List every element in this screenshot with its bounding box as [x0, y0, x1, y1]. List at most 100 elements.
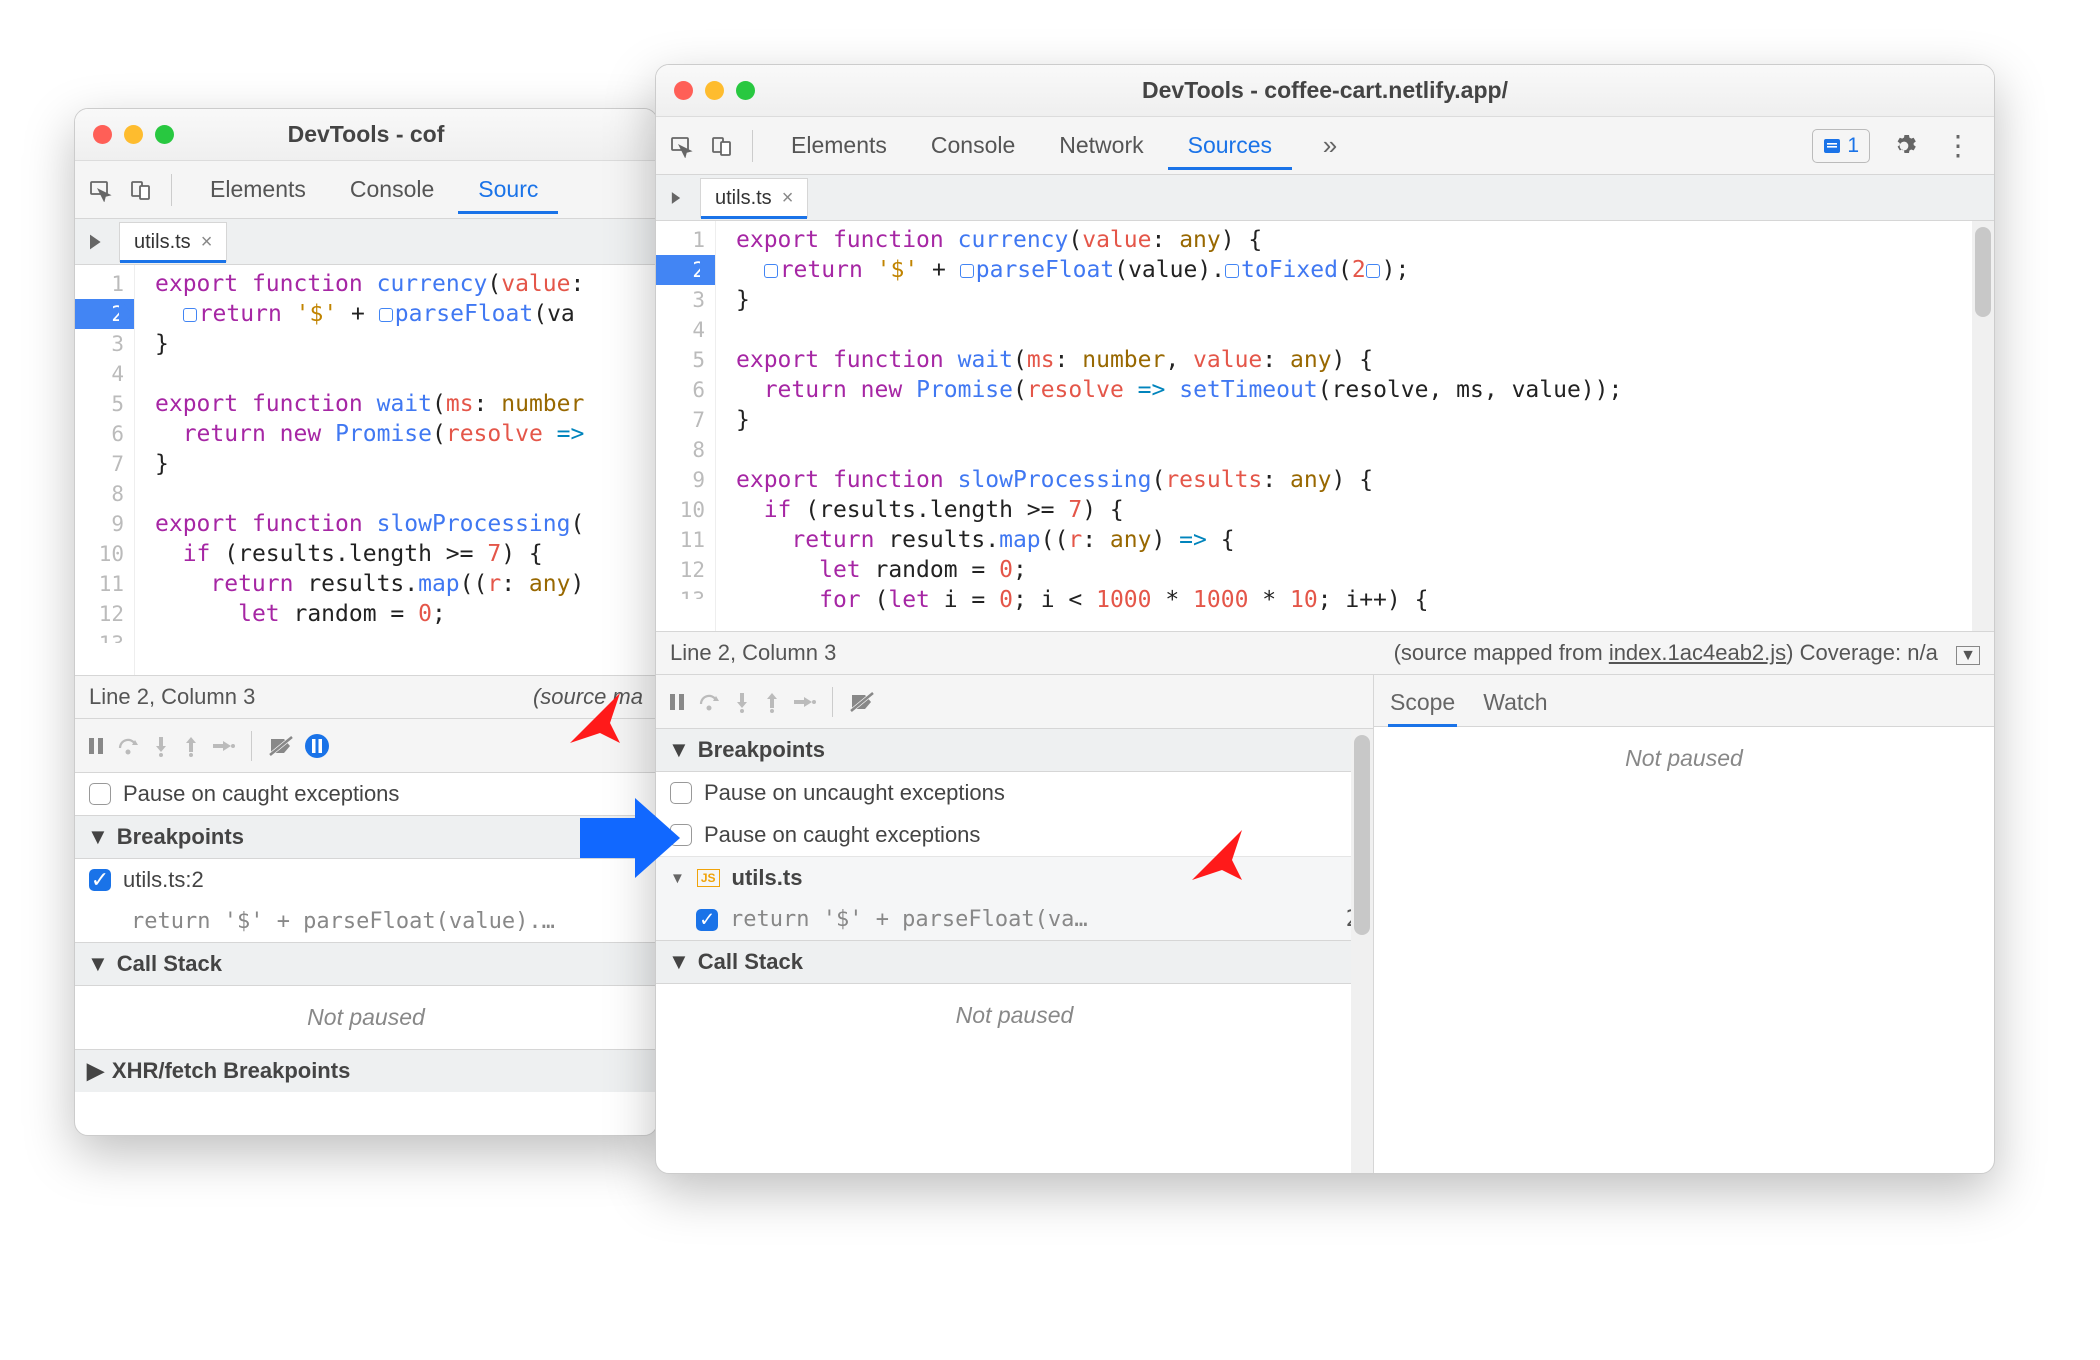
pause-on-exceptions-icon[interactable]	[304, 733, 330, 759]
pause-caught-row[interactable]: Pause on caught exceptions	[75, 773, 657, 815]
close-window-icon[interactable]	[93, 125, 112, 144]
devtools-window-left: DevTools - cof Elements Console Sourc ut…	[74, 108, 658, 1136]
device-icon[interactable]	[121, 170, 161, 210]
file-tab-utils[interactable]: utils.ts ×	[700, 178, 808, 218]
tab-network[interactable]: Network	[1039, 122, 1163, 169]
pause-uncaught-label: Pause on uncaught exceptions	[704, 780, 1005, 806]
gear-icon[interactable]	[1884, 126, 1924, 166]
scrollbar-thumb[interactable]	[1354, 735, 1370, 935]
coverage-toggle-icon[interactable]: ▼	[1956, 646, 1980, 665]
line-gutter[interactable]: 12345678910111213	[656, 221, 716, 631]
titlebar[interactable]: DevTools - coffee-cart.netlify.app/	[656, 65, 1994, 117]
breakpoint-item[interactable]: ✓ utils.ts:2	[75, 859, 657, 901]
inspect-icon[interactable]	[662, 126, 702, 166]
pause-icon[interactable]	[85, 735, 107, 757]
step-icon[interactable]	[211, 735, 235, 757]
breakpoint-code: return '$' + parseFloat(va…	[730, 907, 1088, 932]
pause-caught-label: Pause on caught exceptions	[704, 822, 980, 848]
kebab-icon[interactable]: ⋮	[1938, 126, 1978, 166]
not-paused-label: Not paused	[75, 986, 657, 1049]
chevron-down-icon: ▼	[668, 737, 690, 763]
source-map-info: (source mapped from index.1ac4eab2.js) C…	[1394, 640, 1980, 666]
breakpoint-code-row[interactable]: ✓ return '$' + parseFloat(va… 2	[656, 899, 1373, 940]
tab-sources[interactable]: Sources	[1168, 122, 1292, 169]
tab-sources[interactable]: Sourc	[458, 166, 558, 213]
annotation-arrow-red-2	[1192, 830, 1242, 880]
panel-tabs: Elements Console Network Sources	[771, 122, 1292, 169]
xhr-breakpoints-header[interactable]: ▶ XHR/fetch Breakpoints	[75, 1049, 657, 1092]
pause-icon[interactable]	[666, 691, 688, 713]
inspect-icon[interactable]	[81, 170, 121, 210]
source-map-link[interactable]: index.1ac4eab2.js	[1609, 640, 1786, 665]
navigator-toggle-icon[interactable]	[85, 232, 119, 252]
step-into-icon[interactable]	[732, 691, 752, 713]
file-tab-bar: utils.ts ×	[75, 219, 657, 265]
checkbox-checked-icon[interactable]: ✓	[696, 909, 718, 931]
step-over-icon[interactable]	[117, 735, 141, 757]
scrollbar-vertical[interactable]	[1351, 729, 1373, 1173]
tab-elements[interactable]: Elements	[190, 166, 326, 213]
code-content[interactable]: export function currency(value: return '…	[135, 265, 596, 675]
breakpoint-title: utils.ts:2	[123, 867, 204, 893]
panel-tabs: Elements Console Sourc	[190, 166, 558, 213]
cursor-position: Line 2, Column 3	[89, 684, 255, 710]
close-icon[interactable]: ×	[782, 187, 794, 210]
close-icon[interactable]: ×	[201, 231, 213, 254]
js-file-icon: JS	[697, 869, 720, 887]
scrollbar-vertical[interactable]	[1972, 221, 1994, 631]
issue-count: 1	[1847, 134, 1859, 158]
call-stack-header[interactable]: ▼ Call Stack	[656, 940, 1373, 984]
scope-not-paused: Not paused	[1374, 727, 1994, 790]
line-gutter[interactable]: 12345678910111213	[75, 265, 135, 675]
minimize-window-icon[interactable]	[705, 81, 724, 100]
pause-caught-row[interactable]: Pause on caught exceptions	[656, 814, 1373, 856]
deactivate-breakpoints-icon[interactable]	[849, 691, 875, 713]
code-editor[interactable]: 12345678910111213 export function curren…	[656, 221, 1994, 631]
minimize-window-icon[interactable]	[124, 125, 143, 144]
debugger-left-panel: ▼ Breakpoints Pause on uncaught exceptio…	[656, 675, 1374, 1173]
step-out-icon[interactable]	[762, 691, 782, 713]
checkbox-unchecked-icon[interactable]	[89, 783, 111, 805]
step-into-icon[interactable]	[151, 735, 171, 757]
tab-console[interactable]: Console	[911, 122, 1035, 169]
maximize-window-icon[interactable]	[736, 81, 755, 100]
chevron-down-icon: ▼	[87, 824, 109, 850]
debugger-panels: ▼ Breakpoints Pause on uncaught exceptio…	[656, 675, 1994, 1173]
tab-scope[interactable]: Scope	[1388, 679, 1457, 726]
close-window-icon[interactable]	[674, 81, 693, 100]
devtools-toolbar: Elements Console Network Sources » 1 ⋮	[656, 117, 1994, 175]
not-paused-label: Not paused	[656, 984, 1373, 1047]
more-tabs-icon[interactable]: »	[1310, 126, 1350, 166]
call-stack-header[interactable]: ▼ Call Stack	[75, 942, 657, 986]
code-content[interactable]: export function currency(value: any) { r…	[716, 221, 1634, 631]
file-tab-utils[interactable]: utils.ts ×	[119, 222, 227, 262]
breakpoint-file-row[interactable]: ▼ JS utils.ts	[656, 856, 1373, 899]
breakpoints-header[interactable]: ▼ Breakpoints	[75, 815, 657, 859]
code-editor[interactable]: 12345678910111213 export function curren…	[75, 265, 657, 675]
maximize-window-icon[interactable]	[155, 125, 174, 144]
deactivate-breakpoints-icon[interactable]	[268, 735, 294, 757]
chevron-down-icon: ▼	[668, 949, 690, 975]
step-over-icon[interactable]	[698, 691, 722, 713]
devtools-toolbar: Elements Console Sourc	[75, 161, 657, 219]
scrollbar-thumb[interactable]	[1975, 227, 1991, 317]
step-out-icon[interactable]	[181, 735, 201, 757]
tab-watch[interactable]: Watch	[1481, 679, 1549, 726]
pause-uncaught-row[interactable]: Pause on uncaught exceptions	[656, 772, 1373, 814]
titlebar[interactable]: DevTools - cof	[75, 109, 657, 161]
file-tab-label: utils.ts	[134, 231, 191, 254]
tab-elements[interactable]: Elements	[771, 122, 907, 169]
file-tab-label: utils.ts	[715, 187, 772, 210]
device-icon[interactable]	[702, 126, 742, 166]
breakpoints-header[interactable]: ▼ Breakpoints	[656, 729, 1373, 772]
navigator-toggle-icon[interactable]	[666, 188, 700, 208]
traffic-lights	[93, 125, 174, 144]
tab-console[interactable]: Console	[330, 166, 454, 213]
pause-caught-label: Pause on caught exceptions	[123, 781, 399, 807]
checkbox-checked-icon[interactable]: ✓	[89, 869, 111, 891]
editor-status-bar: Line 2, Column 3 (source mapped from ind…	[656, 631, 1994, 675]
debug-toolbar	[656, 675, 1373, 729]
debugger-right-panel: Scope Watch Not paused	[1374, 675, 1994, 1173]
step-icon[interactable]	[792, 691, 816, 713]
issues-badge[interactable]: 1	[1812, 129, 1870, 163]
